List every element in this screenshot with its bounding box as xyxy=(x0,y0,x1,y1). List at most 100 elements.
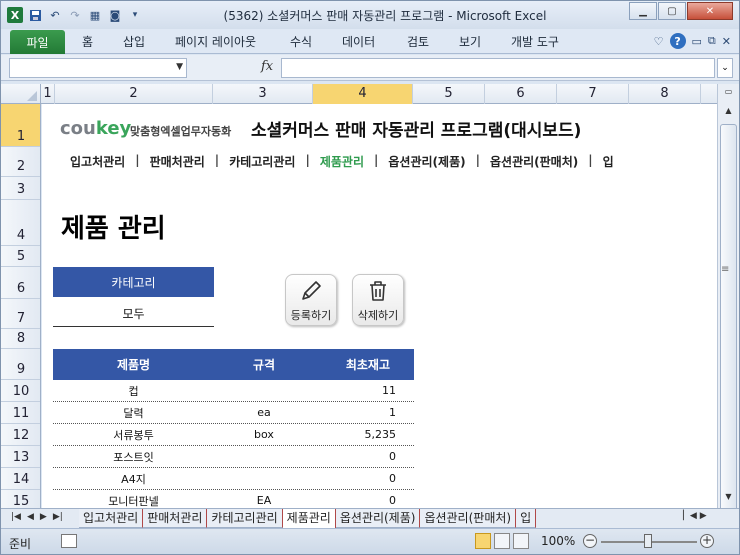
sheet-tab-option-product[interactable]: 옵션관리(제품) xyxy=(335,509,421,528)
cell-product-name[interactable]: A4지 xyxy=(53,471,214,487)
table-row[interactable]: 포스트잇 0 xyxy=(53,446,414,468)
workbook-restore-icon[interactable]: ⧉ xyxy=(708,34,716,48)
sheet-tab-product[interactable]: 제품관리 xyxy=(282,509,336,528)
sheet-tab-seller[interactable]: 판매처관리 xyxy=(143,509,208,528)
tab-formulas[interactable]: 수식 xyxy=(290,33,312,50)
tab-insert[interactable]: 삽입 xyxy=(123,33,145,50)
zoom-out-icon[interactable]: − xyxy=(583,534,597,548)
prev-sheet-icon[interactable]: ◀ xyxy=(27,512,34,522)
nav-link-option-seller[interactable]: 옵션관리(판매처) xyxy=(482,153,586,170)
zoom-in-icon[interactable]: + xyxy=(700,534,714,548)
sheet-tab-option-seller[interactable]: 옵션관리(판매처) xyxy=(420,509,517,528)
cell-initial-stock[interactable]: 0 xyxy=(314,450,414,463)
row-header-cell[interactable]: 10 xyxy=(1,380,40,402)
page-layout-view-icon[interactable] xyxy=(494,533,510,549)
row-header-cell[interactable]: 2 xyxy=(1,147,40,177)
row-header-cell[interactable]: 1 xyxy=(1,104,40,147)
column-header-cell[interactable]: 8 xyxy=(629,84,701,104)
scroll-up-icon[interactable]: ▲ xyxy=(721,106,736,120)
scroll-thumb[interactable] xyxy=(720,124,737,516)
name-box-dropdown-icon[interactable]: ▼ xyxy=(176,62,183,72)
tab-file[interactable]: 파일 xyxy=(10,30,65,54)
worksheet-area[interactable]: coukey 맞춤형엑셀업무자동화 소셜커머스 판매 자동관리 프로그램(대시보… xyxy=(42,104,717,508)
column-header-cell[interactable]: 1 xyxy=(41,84,55,104)
row-header-cell[interactable]: 12 xyxy=(1,424,40,446)
table-row[interactable]: A4지 0 xyxy=(53,468,414,490)
column-header-cell[interactable]: 6 xyxy=(485,84,557,104)
last-sheet-icon[interactable]: ▶| xyxy=(53,512,63,522)
help-icon[interactable]: ? xyxy=(669,33,686,49)
zoom-slider-thumb[interactable] xyxy=(644,534,652,548)
nav-link-category[interactable]: 카테고리관리 xyxy=(221,153,303,170)
column-header-cell[interactable]: 5 xyxy=(413,84,485,104)
scroll-right-icon[interactable]: ▶ xyxy=(700,511,707,521)
minimize-button[interactable]: ▁ xyxy=(629,2,657,20)
cell-product-name[interactable]: 달력 xyxy=(53,405,214,421)
nav-link-seller[interactable]: 판매처관리 xyxy=(142,153,213,170)
column-header-cell[interactable]: 3 xyxy=(213,84,313,104)
table-row[interactable]: 달력 ea 1 xyxy=(53,402,414,424)
sheet-tab-supplier[interactable]: 입고처관리 xyxy=(79,509,144,528)
column-header-cell[interactable]: 2 xyxy=(55,84,213,104)
tab-data[interactable]: 데이터 xyxy=(342,33,375,50)
sheet-tab-category[interactable]: 카테고리관리 xyxy=(207,509,283,528)
macro-record-icon[interactable] xyxy=(61,534,77,548)
nav-link-option-product[interactable]: 옵션관리(제품) xyxy=(380,153,473,170)
row-header-cell[interactable]: 6 xyxy=(1,267,40,299)
table-row[interactable]: 컵 11 xyxy=(53,380,414,402)
nav-link-supplier[interactable]: 입고처관리 xyxy=(62,153,133,170)
cell-initial-stock[interactable]: 0 xyxy=(314,494,414,507)
row-header-cell[interactable]: 13 xyxy=(1,446,40,468)
row-header-cell[interactable]: 5 xyxy=(1,246,40,267)
cell-initial-stock[interactable]: 11 xyxy=(314,384,414,397)
tab-review[interactable]: 검토 xyxy=(407,33,429,50)
tab-page-layout[interactable]: 페이지 레이아웃 xyxy=(175,33,256,50)
row-header-cell[interactable]: 4 xyxy=(1,200,40,246)
cell-initial-stock[interactable]: 1 xyxy=(314,406,414,419)
sheet-tab-more[interactable]: 입 xyxy=(516,509,537,528)
close-button[interactable]: ✕ xyxy=(687,2,733,20)
ribbon-collapse-icon[interactable]: ♡ xyxy=(654,35,664,48)
cell-initial-stock[interactable]: 5,235 xyxy=(314,428,414,441)
delete-button[interactable]: 삭제하기 xyxy=(352,274,404,326)
cell-product-name[interactable]: 서류봉투 xyxy=(53,427,214,443)
cell-product-name[interactable]: 모니터판넬 xyxy=(53,493,214,509)
register-button[interactable]: 등록하기 xyxy=(285,274,337,326)
zoom-level[interactable]: 100% xyxy=(541,534,575,548)
cell-initial-stock[interactable]: 0 xyxy=(314,472,414,485)
workbook-minimize-icon[interactable]: ▭ xyxy=(692,35,702,48)
tab-view[interactable]: 보기 xyxy=(459,33,481,50)
workbook-close-icon[interactable]: ✕ xyxy=(722,35,731,48)
row-header-cell[interactable]: 15 xyxy=(1,490,40,508)
row-header-cell[interactable]: 7 xyxy=(1,299,40,329)
first-sheet-icon[interactable]: |◀ xyxy=(11,512,21,522)
column-header-cell[interactable]: 7 xyxy=(557,84,629,104)
category-select[interactable]: 모두 xyxy=(53,300,214,327)
next-sheet-icon[interactable]: ▶ xyxy=(40,512,47,522)
page-break-view-icon[interactable] xyxy=(513,533,529,549)
vertical-scrollbar[interactable]: ▭ ▲ ≡ ▼ xyxy=(717,84,739,516)
nav-link-product[interactable]: 제품관리 xyxy=(312,153,372,170)
cell-spec[interactable]: box xyxy=(214,428,314,441)
nav-link-more[interactable]: 입 xyxy=(595,153,622,170)
table-row[interactable]: 서류봉투 box 5,235 xyxy=(53,424,414,446)
normal-view-icon[interactable] xyxy=(475,533,491,549)
row-header-cell[interactable]: 8 xyxy=(1,329,40,349)
select-all-corner[interactable] xyxy=(1,84,41,104)
formula-input[interactable] xyxy=(281,58,715,78)
row-header-cell[interactable]: 11 xyxy=(1,402,40,424)
row-header-cell[interactable]: 14 xyxy=(1,468,40,490)
cell-spec[interactable]: ea xyxy=(214,406,314,419)
formula-expand-icon[interactable]: ⌄ xyxy=(717,58,733,78)
insert-function-button[interactable]: fx xyxy=(261,59,273,74)
row-header-cell[interactable]: 3 xyxy=(1,177,40,200)
table-row[interactable]: 모니터판넬 EA 0 xyxy=(53,490,414,508)
row-header-cell[interactable]: 9 xyxy=(1,349,40,380)
tab-home[interactable]: 홈 xyxy=(82,33,93,50)
scroll-left-icon[interactable]: ▏◀ xyxy=(683,511,697,521)
cell-product-name[interactable]: 포스트잇 xyxy=(53,449,214,465)
tab-developer[interactable]: 개발 도구 xyxy=(511,33,559,50)
maximize-button[interactable]: ▢ xyxy=(658,2,686,20)
cell-product-name[interactable]: 컵 xyxy=(53,383,214,399)
cell-spec[interactable]: EA xyxy=(214,494,314,507)
